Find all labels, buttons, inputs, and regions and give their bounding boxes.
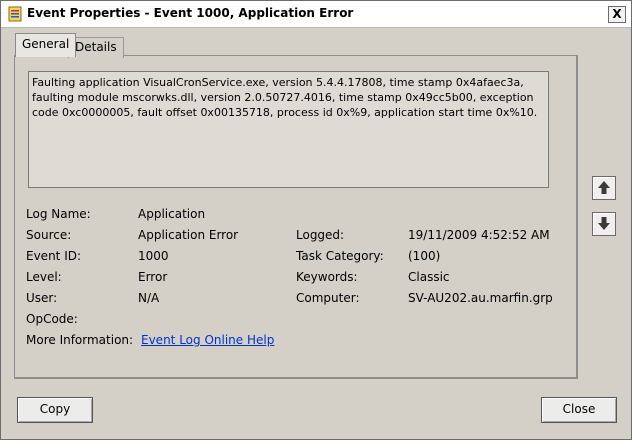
tab-general[interactable]: General — [15, 33, 77, 57]
event-description[interactable]: Faulting application VisualCronService.e… — [28, 71, 549, 188]
previous-event-button[interactable] — [592, 176, 616, 200]
task-category-label: Task Category: — [296, 249, 384, 263]
close-icon: X — [612, 7, 622, 21]
window-title: Event Properties - Event 1000, Applicati… — [27, 6, 354, 20]
computer-value: SV-AU202.au.marfin.grp — [408, 291, 553, 305]
next-event-button[interactable] — [592, 212, 616, 236]
level-label: Level: — [26, 270, 62, 284]
event-log-online-help-link[interactable]: Event Log Online Help — [141, 333, 274, 347]
source-value: Application Error — [138, 228, 239, 242]
user-label: User: — [26, 291, 58, 305]
more-info-label: More Information: — [26, 333, 134, 347]
logged-label: Logged: — [296, 228, 345, 242]
arrow-up-icon — [598, 181, 610, 194]
event-properties-window: Event Properties - Event 1000, Applicati… — [0, 0, 632, 440]
event-viewer-icon — [8, 6, 22, 22]
tab-details[interactable]: Details — [68, 37, 124, 58]
source-label: Source: — [26, 228, 72, 242]
close-button[interactable]: Close — [541, 397, 617, 423]
keywords-label: Keywords: — [296, 270, 358, 284]
close-window-button[interactable]: X — [608, 6, 626, 23]
keywords-value: Classic — [408, 270, 450, 284]
task-category-value: (100) — [408, 249, 441, 263]
event-id-label: Event ID: — [26, 249, 82, 263]
user-value: N/A — [138, 291, 160, 305]
opcode-label: OpCode: — [26, 312, 78, 326]
level-value: Error — [138, 270, 168, 284]
logged-value: 19/11/2009 4:52:52 AM — [408, 228, 550, 242]
log-name-value: Application — [138, 207, 206, 221]
copy-button[interactable]: Copy — [17, 397, 93, 423]
log-name-label: Log Name: — [26, 207, 91, 221]
arrow-down-icon — [598, 217, 610, 230]
event-id-value: 1000 — [138, 249, 169, 263]
computer-label: Computer: — [296, 291, 360, 305]
title-bar[interactable]: Event Properties - Event 1000, Applicati… — [1, 1, 631, 28]
